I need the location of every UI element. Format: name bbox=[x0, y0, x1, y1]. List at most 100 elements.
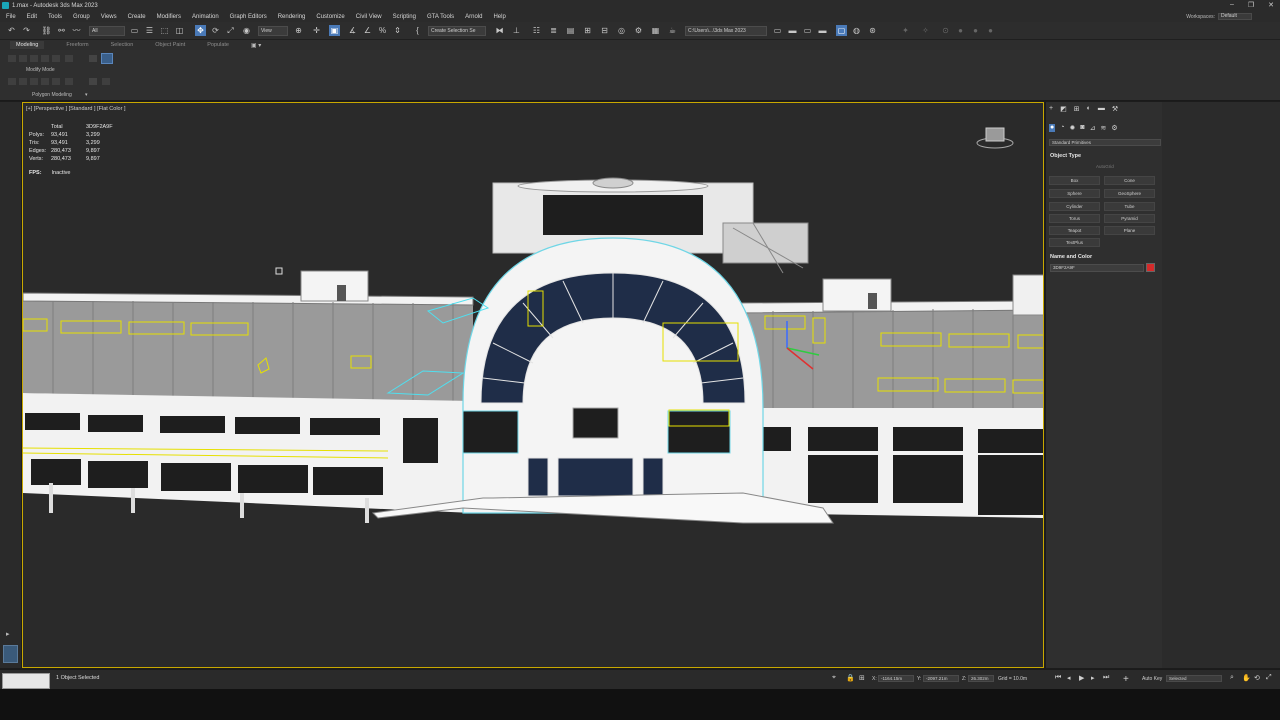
primitive-category-dropdown[interactable]: Standard Primitives bbox=[1049, 139, 1161, 146]
open-explorer-icon[interactable]: ▭ bbox=[772, 25, 783, 36]
ribbon-tool-icon[interactable] bbox=[41, 55, 49, 62]
ribbon-tool-icon[interactable] bbox=[102, 78, 110, 85]
ribbon-tool-icon[interactable] bbox=[89, 78, 97, 85]
maxscript-listener-mini[interactable] bbox=[2, 673, 50, 689]
textplus-button[interactable]: TextPlus bbox=[1049, 238, 1100, 247]
menu-file[interactable]: File bbox=[6, 14, 16, 20]
previous-frame-icon[interactable]: ◂ bbox=[1067, 674, 1071, 682]
menu-views[interactable]: Views bbox=[101, 14, 117, 20]
tab-modeling[interactable]: Modeling bbox=[10, 41, 45, 49]
ribbon-options-icon[interactable]: ▣ ▾ bbox=[251, 42, 261, 49]
geosphere-button[interactable]: GeoSphere bbox=[1104, 189, 1155, 198]
curve-editor-icon[interactable]: ⊞ bbox=[582, 25, 593, 36]
polygon-modeling-dropdown[interactable]: Polygon Modeling bbox=[32, 92, 72, 98]
hierarchy-tab-icon[interactable]: ⊞ bbox=[1074, 105, 1080, 113]
menu-graph-editors[interactable]: Graph Editors bbox=[230, 14, 267, 20]
menu-customize[interactable]: Customize bbox=[316, 14, 344, 20]
name-and-color-rollout-title[interactable]: Name and Color bbox=[1050, 254, 1092, 260]
auto-key-button[interactable]: Auto Key bbox=[1142, 676, 1162, 682]
x-coordinate-field[interactable]: -1164.15m bbox=[878, 675, 914, 682]
selection-filter-dropdown[interactable]: All bbox=[89, 26, 125, 36]
ribbon-tool-icon[interactable] bbox=[52, 78, 60, 85]
tab-object-paint[interactable]: Object Paint bbox=[155, 42, 185, 48]
angle-snap-icon[interactable]: ∠ bbox=[362, 25, 373, 36]
autogrid-checkbox[interactable]: AutoGrid bbox=[1096, 164, 1114, 169]
menu-gta-tools[interactable]: GTA Tools bbox=[427, 14, 454, 20]
orbit-icon[interactable]: ⟲ bbox=[1254, 674, 1260, 682]
motion-tab-icon[interactable]: ◐ bbox=[1087, 105, 1091, 113]
maximize-viewport-icon[interactable]: ⤢ bbox=[1266, 674, 1272, 682]
scene-explorer-icon[interactable]: ☷ bbox=[531, 25, 542, 36]
tab-freeform[interactable]: Freeform bbox=[66, 42, 88, 48]
ribbon-tool-icon[interactable] bbox=[89, 55, 97, 62]
menu-scripting[interactable]: Scripting bbox=[393, 14, 416, 20]
modify-tab-icon[interactable]: ◩ bbox=[1060, 105, 1067, 113]
rendered-frame-window-icon[interactable]: ▦ bbox=[650, 25, 661, 36]
absolute-mode-icon[interactable]: ⊞ bbox=[859, 674, 865, 682]
arnold-ipr-icon[interactable]: ⊛ bbox=[867, 25, 878, 36]
edit-named-selection-icon[interactable]: { bbox=[412, 25, 423, 36]
workspace-dropdown[interactable]: Default bbox=[1218, 13, 1252, 20]
box-button[interactable]: Box bbox=[1049, 176, 1100, 185]
viewport-layout-icon[interactable]: ▢ bbox=[836, 25, 847, 36]
window-crossing-icon[interactable]: ◫ bbox=[174, 25, 185, 36]
maximize-icon[interactable]: ❐ bbox=[1248, 1, 1254, 9]
project-folder-icon[interactable]: ▬ bbox=[787, 25, 798, 36]
ribbon-tool-icon[interactable] bbox=[30, 78, 38, 85]
goto-end-icon[interactable]: ⏭ bbox=[1103, 674, 1109, 682]
ribbon-tool-icon[interactable] bbox=[8, 55, 16, 62]
tab-populate[interactable]: Populate bbox=[207, 42, 229, 48]
render-production-icon[interactable]: ☕ bbox=[667, 25, 678, 36]
snaps-toggle-icon[interactable]: ∡ bbox=[347, 25, 358, 36]
selection-lock-icon[interactable]: 🔒 bbox=[846, 674, 855, 682]
helpers-icon[interactable]: ⊿ bbox=[1090, 124, 1096, 132]
undo-icon[interactable]: ↶ bbox=[6, 25, 17, 36]
teapot-button[interactable]: Teapot bbox=[1049, 226, 1100, 235]
tube-button[interactable]: Tube bbox=[1104, 202, 1155, 211]
extra-tool-1-icon[interactable]: ✦ bbox=[900, 25, 911, 36]
menu-animation[interactable]: Animation bbox=[192, 14, 219, 20]
extra-tool-6-icon[interactable]: ● bbox=[985, 25, 996, 36]
unlink-icon[interactable]: ⚯ bbox=[56, 25, 67, 36]
reference-coordinate-dropdown[interactable]: View bbox=[258, 26, 288, 36]
menu-help[interactable]: Help bbox=[493, 14, 505, 20]
select-and-move-icon[interactable]: ✥ bbox=[195, 25, 206, 36]
isolate-selection-icon[interactable]: ⌖ bbox=[832, 674, 836, 682]
select-and-scale-icon[interactable]: ⤢ bbox=[225, 25, 236, 36]
set-key-icon[interactable]: + bbox=[1123, 674, 1129, 685]
plane-button[interactable]: Plane bbox=[1104, 226, 1155, 235]
viewport-layouts-icon[interactable] bbox=[3, 645, 18, 663]
geometry-icon[interactable]: ● bbox=[1049, 124, 1056, 132]
menu-create[interactable]: Create bbox=[128, 14, 146, 20]
cameras-icon[interactable]: ◙ bbox=[1080, 124, 1084, 132]
edit-poly-mode-icon[interactable] bbox=[101, 53, 113, 64]
extra-tool-5-icon[interactable]: ● bbox=[970, 25, 981, 36]
viewport-label-menu[interactable]: [+] [Perspective ] [Standard ] [Flat Col… bbox=[26, 106, 126, 112]
goto-start-icon[interactable]: ⏮ bbox=[1055, 674, 1061, 682]
object-type-rollout-title[interactable]: Object Type bbox=[1050, 153, 1081, 159]
lights-icon[interactable]: ✹ bbox=[1069, 124, 1075, 132]
ribbon-tool-icon[interactable] bbox=[65, 55, 73, 62]
ribbon-tool-icon[interactable] bbox=[65, 78, 73, 85]
select-object-icon[interactable]: ▭ bbox=[129, 25, 140, 36]
layer-explorer-icon[interactable]: ≣ bbox=[548, 25, 559, 36]
keyboard-shortcut-override-icon[interactable]: ▣ bbox=[329, 25, 340, 36]
zoom-icon[interactable]: ⌕ bbox=[1230, 674, 1234, 682]
arnold-render-icon[interactable]: ◍ bbox=[851, 25, 862, 36]
select-by-name-icon[interactable]: ☰ bbox=[144, 25, 155, 36]
systems-icon[interactable]: ⚙ bbox=[1111, 124, 1117, 132]
pan-icon[interactable]: ✋ bbox=[1242, 674, 1251, 682]
cylinder-button[interactable]: Cylinder bbox=[1049, 202, 1100, 211]
material-editor-icon[interactable]: ◎ bbox=[616, 25, 627, 36]
rectangular-selection-icon[interactable]: ⬚ bbox=[159, 25, 170, 36]
expand-arrow-icon[interactable]: ▸ bbox=[6, 630, 10, 638]
ribbon-tool-icon[interactable] bbox=[8, 78, 16, 85]
set-project-icon[interactable]: ▬ bbox=[817, 25, 828, 36]
viewcube-icon[interactable] bbox=[975, 125, 1015, 149]
named-selection-dropdown[interactable]: Create Selection Se bbox=[428, 26, 486, 36]
sphere-button[interactable]: Sphere bbox=[1049, 189, 1100, 198]
mirror-icon[interactable]: ⧓ bbox=[494, 25, 505, 36]
torus-button[interactable]: Torus bbox=[1049, 214, 1100, 223]
minimize-icon[interactable]: – bbox=[1230, 1, 1234, 9]
close-icon[interactable]: ✕ bbox=[1268, 1, 1274, 9]
